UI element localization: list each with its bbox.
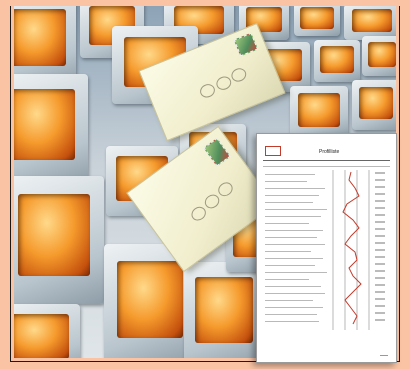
profile-curve — [332, 170, 385, 330]
document-footer — [380, 355, 388, 356]
monitor — [362, 36, 396, 76]
monitor — [344, 6, 396, 40]
document-title: Profilliste — [319, 149, 340, 155]
monitor — [14, 74, 88, 184]
document-logo — [265, 146, 281, 156]
monitor — [14, 304, 80, 358]
stamp — [202, 137, 231, 167]
monitor — [14, 176, 104, 304]
stamp — [233, 32, 259, 57]
monitor — [290, 86, 348, 138]
monitor — [352, 80, 396, 130]
profile-document: Profilliste — [256, 133, 397, 363]
monitor — [314, 40, 360, 82]
monitor — [184, 262, 264, 358]
monitor — [294, 6, 340, 36]
